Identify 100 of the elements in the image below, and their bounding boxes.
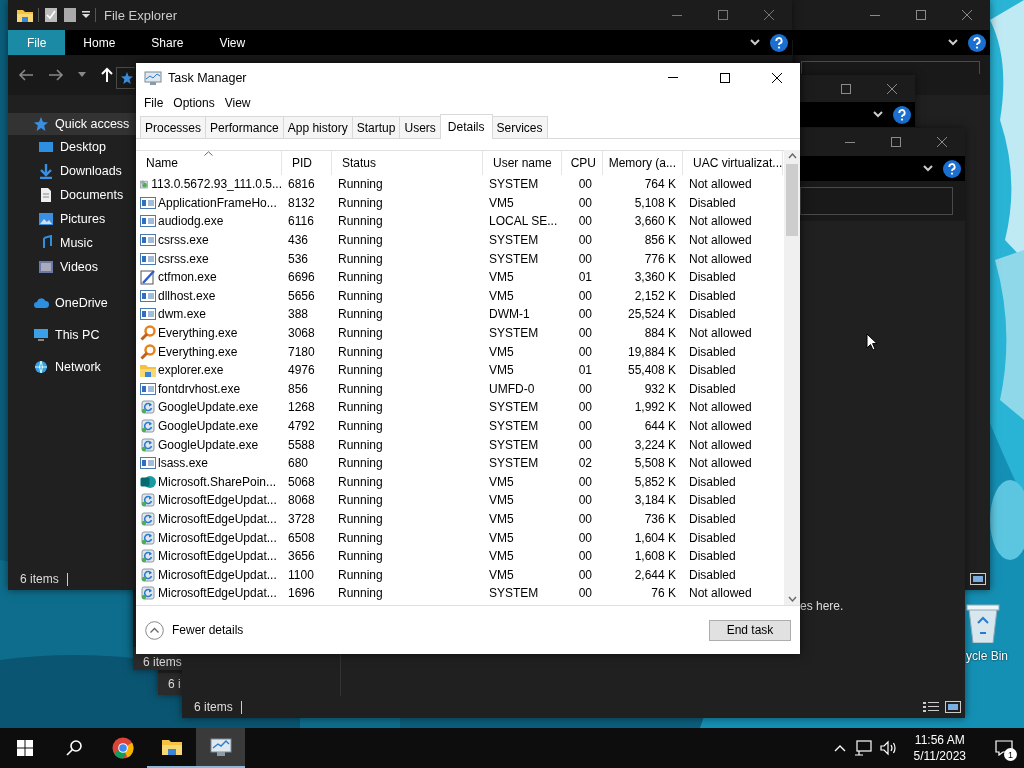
help-icon[interactable] <box>968 33 986 52</box>
nav-item[interactable]: Pictures <box>8 207 136 231</box>
process-name[interactable]: Everything.exe <box>158 344 238 359</box>
view-icon[interactable] <box>970 573 986 585</box>
process-name[interactable]: csrss.exe <box>158 251 209 266</box>
process-name[interactable]: csrss.exe <box>158 233 209 248</box>
nav-item[interactable]: Documents <box>8 183 136 207</box>
process-name[interactable]: GoogleUpdate.exe <box>158 437 259 452</box>
ribbon-tab[interactable]: View <box>201 30 264 55</box>
process-name[interactable]: MicrosoftEdgeUpdat... <box>158 493 277 508</box>
menu-item[interactable]: File <box>139 95 169 110</box>
network-icon[interactable] <box>853 740 872 756</box>
process-name[interactable]: lsass.exe <box>158 456 209 471</box>
new-folder-icon[interactable] <box>63 7 77 23</box>
process-name[interactable]: explorer.exe <box>158 363 224 378</box>
process-name[interactable]: GoogleUpdate.exe <box>158 419 259 433</box>
process-name[interactable]: MicrosoftEdgeUpdat... <box>158 567 277 582</box>
file-menu-button[interactable]: File <box>8 30 66 55</box>
nav-item[interactable]: This PC <box>8 319 136 351</box>
nav-item[interactable]: Downloads <box>8 159 136 183</box>
clock-date[interactable]: 5/11/2023 <box>913 748 966 764</box>
process-name[interactable]: MicrosoftEdgeUpdat... <box>158 530 277 545</box>
process-name[interactable]: audiodg.exe <box>158 214 224 229</box>
scrollbar-thumb[interactable] <box>786 164 798 236</box>
close-icon[interactable] <box>772 72 782 83</box>
chevron-icon[interactable] <box>923 165 933 172</box>
process-name[interactable]: ctfmon.exe <box>158 270 217 285</box>
item-count: 6 items <box>194 700 233 714</box>
help-icon[interactable] <box>943 159 961 178</box>
tab[interactable]: App history <box>282 116 353 138</box>
process-name[interactable]: MicrosoftEdgeUpdat... <box>158 586 277 601</box>
item-count: 6 items <box>20 572 59 586</box>
help-icon[interactable] <box>770 33 788 52</box>
column-header[interactable]: UAC virtualizat... <box>683 151 783 175</box>
nav-item[interactable]: Videos <box>8 255 136 279</box>
column-header[interactable]: CPU <box>562 151 603 175</box>
maximize-icon[interactable] <box>720 72 730 83</box>
address-field[interactable] <box>801 61 980 74</box>
process-name[interactable]: MicrosoftEdgeUpdat... <box>158 549 277 564</box>
process-name[interactable]: ApplicationFrameHo... <box>158 195 277 210</box>
properties-icon[interactable] <box>43 7 59 23</box>
table-cell-text: Not allowed <box>688 399 753 417</box>
column-header[interactable]: Status <box>332 151 483 175</box>
process-name[interactable]: Microsoft.SharePoin... <box>158 474 277 489</box>
up-icon[interactable] <box>100 67 114 83</box>
address-field[interactable] <box>116 67 135 89</box>
search-field[interactable] <box>800 187 953 215</box>
ribbon-tab[interactable]: Share <box>133 30 202 55</box>
recent-locations-icon[interactable] <box>78 72 86 78</box>
tab[interactable]: Users <box>399 116 441 138</box>
process-name[interactable]: dllhost.exe <box>158 288 216 303</box>
chevron-icon[interactable] <box>948 39 958 46</box>
nav-item[interactable]: OneDrive <box>8 287 136 319</box>
end-task-button[interactable]: End task <box>709 619 791 641</box>
nav-item[interactable]: Quick access <box>8 113 136 135</box>
volume-icon[interactable] <box>879 740 898 756</box>
large-icons-view-icon[interactable] <box>945 701 961 713</box>
column-header[interactable]: Memory (a... <box>603 151 683 175</box>
ribbon-tab[interactable]: Home <box>65 30 134 55</box>
nav-item[interactable]: Music <box>8 231 136 255</box>
scrollbar[interactable] <box>784 150 800 605</box>
recycle-bin-icon <box>966 603 1000 643</box>
nav-item[interactable]: Network <box>8 351 136 383</box>
nav-item[interactable]: Desktop <box>8 135 136 159</box>
tab[interactable]: Services <box>491 116 548 138</box>
process-name[interactable]: GoogleUpdate.exe <box>158 400 259 415</box>
tab[interactable]: Performance <box>205 116 284 138</box>
process-name[interactable]: 113.0.5672.93_111.0.5... <box>151 177 282 192</box>
desktop-icon-label[interactable]: ycle Bin <box>966 649 1009 663</box>
tab[interactable]: Details <box>439 114 493 139</box>
fewer-details-button[interactable]: Fewer details <box>145 620 244 640</box>
tab[interactable]: Processes <box>140 116 207 138</box>
process-name[interactable]: fontdrvhost.exe <box>158 381 241 396</box>
chevron-icon[interactable] <box>750 39 760 46</box>
tab[interactable]: Startup <box>351 116 401 138</box>
help-icon[interactable] <box>893 105 911 124</box>
process-name[interactable]: dwm.exe <box>158 307 207 322</box>
menu-item[interactable]: View <box>219 95 256 110</box>
details-view-icon[interactable] <box>923 701 939 713</box>
menu-item[interactable]: Options <box>168 95 220 110</box>
notifications-button[interactable]: 1 <box>984 728 1024 768</box>
back-icon[interactable] <box>18 68 34 82</box>
chevron-icon[interactable] <box>873 111 883 118</box>
column-header[interactable]: PID <box>282 151 332 175</box>
table-cell-text: 19,884 K <box>626 343 677 361</box>
table-cell-text: 536 <box>287 250 310 268</box>
process-name[interactable]: Everything.exe <box>158 326 238 341</box>
table-cell-text: Running <box>337 176 384 194</box>
show-hidden-icons-icon[interactable] <box>833 744 846 752</box>
clock-time[interactable]: 11:56 AM <box>914 732 965 748</box>
column-header[interactable]: User name <box>483 151 562 175</box>
notification-count: 1 <box>1004 748 1017 761</box>
star-icon <box>121 72 133 84</box>
taskbar-app-button[interactable] <box>196 728 245 768</box>
column-header[interactable]: Name <box>136 151 282 175</box>
forward-icon[interactable] <box>48 68 64 82</box>
cloud-icon <box>33 295 49 311</box>
dropdown-icon[interactable] <box>81 10 91 20</box>
magnifier-icon <box>140 325 156 342</box>
process-name[interactable]: MicrosoftEdgeUpdat... <box>158 512 277 526</box>
